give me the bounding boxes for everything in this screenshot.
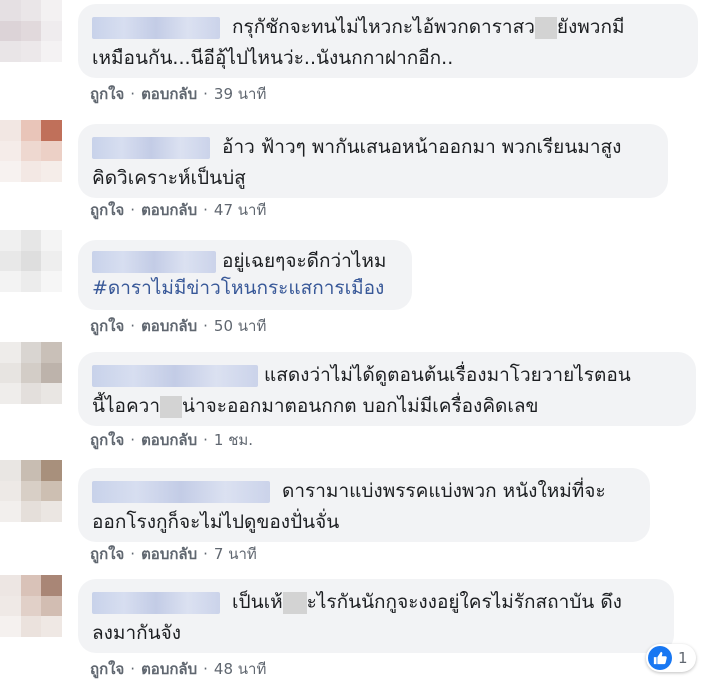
comment-bubble: เป็นเห้ ะไรกันนักกูจะงงอยู่ใครไม่รักสถาบั… [78,579,674,653]
redaction-mark [534,16,557,39]
comment-text-line2: นี้ไอควา [92,395,161,417]
author-name[interactable] [92,480,270,503]
comment-bubble: อ้าว ฟ้าวๆ พากันเสนอหน้าออกมา พวกเรียนมา… [78,124,668,198]
comment-text: กรุกัชักจะทนไม่ไหวกะไอ้พวกดาราสว [232,16,535,38]
comment-actions: ถูกใจ · ตอบกลับ · 1 ชม. [90,431,254,449]
like-link[interactable]: ถูกใจ [90,431,124,449]
comment-text-line2: ลงมากันจัง [92,622,182,644]
comment-actions: ถูกใจ · ตอบกลับ · 7 นาที [90,545,257,563]
redaction-mark [160,395,183,418]
comment-text-cont: ยังพวกมี [556,16,625,38]
timestamp[interactable]: 39 นาที [214,85,266,103]
comment-text: แสดงว่าไม่ได้ดูตอนต้นเรื่องมาโวยวายไรตอน [264,364,631,386]
comment-actions: ถูกใจ · ตอบกลับ · 47 นาที [90,201,267,219]
comment-text: อ้าว ฟ้าวๆ พากันเสนอหน้าออกมา พวกเรียนมา… [222,136,622,158]
avatar[interactable] [0,575,62,637]
comment-bubble: อยู่เฉยๆจะดีกว่าไหม #ดาราไม่มีข่าวโหนกระ… [78,240,412,310]
comment-text-line2: ออกโรงกูก็จะไม่ไปดูของปั่นจั่น [92,511,340,533]
reply-link[interactable]: ตอบกลับ [141,660,197,678]
hashtag-link[interactable]: #ดาราไม่มีข่าวโหนกระแสการเมือง [92,275,398,302]
author-name[interactable] [92,136,210,159]
author-name[interactable] [92,591,220,614]
comment-bubble: แสดงว่าไม่ได้ดูตอนต้นเรื่องมาโวยวายไรตอน… [78,352,696,426]
reply-link[interactable]: ตอบกลับ [141,317,197,335]
comment-bubble: กรุกัชักจะทนไม่ไหวกะไอ้พวกดาราสว ยังพวกมี… [78,4,698,78]
avatar[interactable] [0,460,62,522]
comment-actions: ถูกใจ · ตอบกลับ · 50 นาที [90,317,267,335]
timestamp[interactable]: 50 นาที [214,317,266,335]
reaction-count: 1 [678,649,688,667]
comment-text-line2-cont: น่าจะออกมาตอนกกต บอกไม่มีเครื่องคิดเลข [182,395,539,417]
comment-text-line2: คิดวิเคราะห์เป็นบ่สู [92,167,246,189]
timestamp[interactable]: 47 นาที [214,201,266,219]
like-icon [648,646,672,670]
reply-link[interactable]: ตอบกลับ [141,201,197,219]
comment-text-cont: ะไรกันนักกูจะงงอยู่ใครไม่รักสถาบัน ดึง [306,591,622,613]
avatar[interactable] [0,120,62,182]
comment-text: อยู่เฉยๆจะดีกว่าไหม [222,250,387,272]
avatar[interactable] [0,0,62,62]
redaction-mark [282,591,307,614]
author-name[interactable] [92,364,258,387]
comment-text: เป็นเห้ [232,591,283,613]
comment-bubble: ดารามาแบ่งพรรคแบ่งพวก หนังใหม่ที่จะ ออกโ… [78,468,650,542]
like-link[interactable]: ถูกใจ [90,660,124,678]
author-name[interactable] [92,250,216,273]
reply-link[interactable]: ตอบกลับ [141,545,197,563]
comment-text-line2: เหมือนกัน...นีอีอุ้ไปไหนว่ะ..นังนกกาฝากอ… [92,47,454,69]
like-link[interactable]: ถูกใจ [90,85,124,103]
reply-link[interactable]: ตอบกลับ [141,85,197,103]
reply-link[interactable]: ตอบกลับ [141,431,197,449]
timestamp[interactable]: 7 นาที [214,545,257,563]
comment-actions: ถูกใจ · ตอบกลับ · 39 นาที [90,85,267,103]
author-name[interactable] [92,16,220,39]
avatar[interactable] [0,342,62,404]
like-link[interactable]: ถูกใจ [90,545,124,563]
comment-actions: ถูกใจ · ตอบกลับ · 48 นาที [90,660,267,678]
timestamp[interactable]: 48 นาที [214,660,266,678]
timestamp[interactable]: 1 ชม. [214,431,253,449]
like-link[interactable]: ถูกใจ [90,201,124,219]
reaction-badge[interactable]: 1 [646,644,696,672]
avatar[interactable] [0,230,62,292]
comment-text: ดารามาแบ่งพรรคแบ่งพวก หนังใหม่ที่จะ [282,480,606,502]
like-link[interactable]: ถูกใจ [90,317,124,335]
